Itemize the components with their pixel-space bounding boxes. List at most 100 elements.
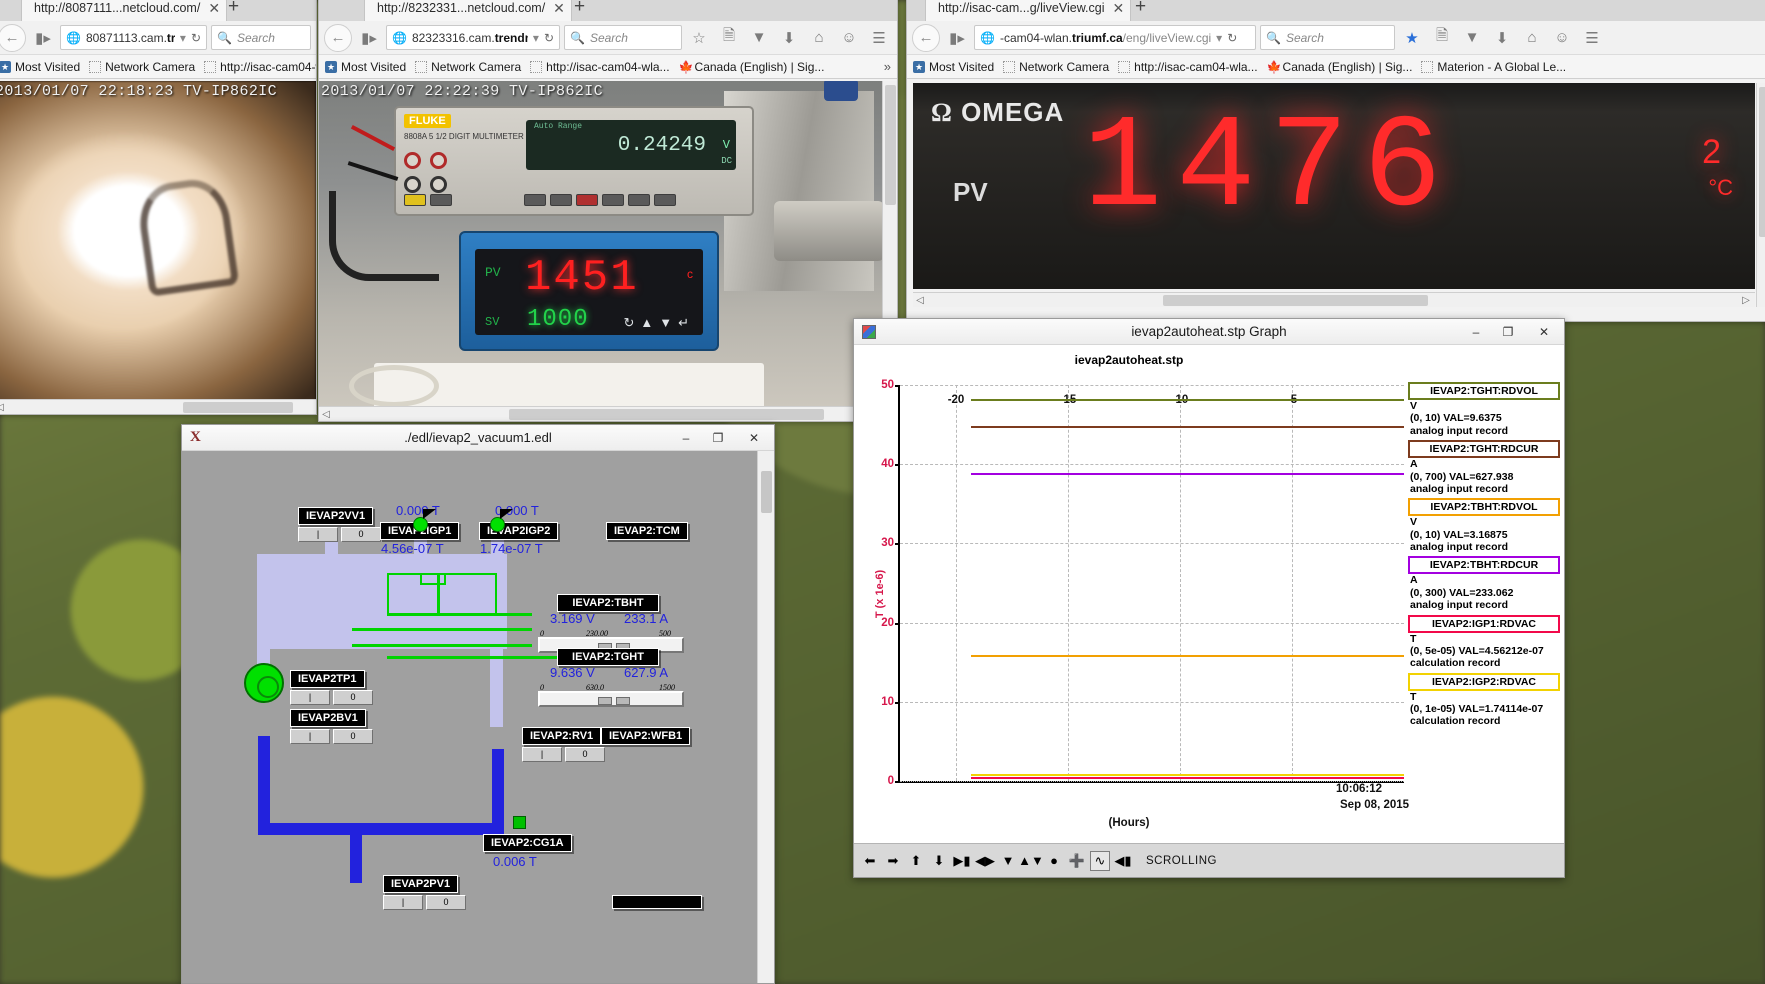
label-ievap2-tcm[interactable]: IEVAP2:TCM — [606, 522, 688, 540]
function-button[interactable] — [524, 194, 546, 206]
multimeter-button-row[interactable] — [524, 194, 676, 206]
scroll-thumb[interactable] — [509, 409, 824, 420]
scroll-thumb-v[interactable] — [761, 471, 772, 513]
buttons-ievap2-rv1[interactable]: | 0 — [522, 747, 605, 762]
close-icon[interactable]: ✕ — [553, 1, 565, 15]
bookmark-network-camera[interactable]: Network Camera — [89, 60, 195, 74]
minimize-button[interactable]: – — [670, 425, 702, 451]
function-button[interactable] — [602, 194, 624, 206]
label-ievap2-cg1a[interactable]: IEVAP2:CG1A — [483, 834, 572, 852]
slider-knob-a[interactable] — [598, 697, 612, 705]
url-bar-cam2[interactable]: 🌐 82323316.cam.trendnetclc ▾ ↻ — [386, 25, 560, 50]
minimize-button[interactable]: – — [1460, 319, 1492, 345]
arrow-down-icon[interactable]: ⬇ — [929, 850, 949, 871]
gauge-igp2-indicator[interactable] — [490, 517, 505, 532]
bookmark-network-camera[interactable]: Network Camera — [1003, 60, 1109, 74]
chat-icon[interactable]: ☺ — [836, 25, 862, 51]
pocket-icon[interactable]: ▼ — [1459, 25, 1485, 51]
home-icon[interactable]: ⌂ — [1519, 25, 1545, 51]
scroll-thumb[interactable] — [183, 402, 293, 413]
function-button[interactable] — [628, 194, 650, 206]
label-ievap2tp1[interactable]: IEVAP2TP1 — [290, 670, 365, 688]
bookmarks-overflow-icon[interactable]: » — [884, 59, 891, 74]
plot-area[interactable]: 0 10 20 30 40 50 -20 -15 -10 -5 — [881, 379, 1404, 787]
on-button[interactable]: | — [290, 690, 330, 705]
bookmark-most-visited[interactable]: ★ Most Visited — [0, 60, 80, 74]
bookmark-isac-cam04[interactable]: http://isac-cam04-wla... — [204, 60, 316, 74]
off-button[interactable]: 0 — [341, 527, 381, 542]
menu-icon[interactable]: ☰ — [866, 25, 892, 51]
arrow-left-icon[interactable]: ⬅ — [860, 850, 880, 871]
scroll-left-icon[interactable]: ◁ — [0, 402, 7, 413]
chevron-down-icon[interactable]: ▾ — [533, 31, 539, 45]
function-button[interactable] — [550, 194, 572, 206]
legend-header-IEVAP2:IGP1:RDVAC[interactable]: IEVAP2:IGP1:RDVAC — [1408, 614, 1560, 633]
bookmark-most-visited[interactable]: ★ Most Visited — [913, 60, 994, 74]
url-bar-cam3[interactable]: 🌐 -cam04-wlan.triumf.ca/eng/liveView.cgi… — [974, 25, 1256, 50]
home-icon[interactable]: ⌂ — [806, 25, 832, 51]
maximize-button[interactable]: ❐ — [1492, 319, 1524, 345]
bookmark-canada[interactable]: 🍁 Canada (English) | Sig... — [679, 60, 825, 74]
buttons-ievap2vv1[interactable]: | 0 — [298, 527, 381, 542]
omega-keypad-icons[interactable]: ↻▲▼↵ — [623, 315, 695, 331]
search-input-cam1[interactable]: 🔍 Search — [211, 25, 311, 50]
legend-header-IEVAP2:TBHT:RDVOL[interactable]: IEVAP2:TBHT:RDVOL — [1408, 498, 1560, 517]
scroll-right-icon[interactable]: ▷ — [1739, 295, 1753, 306]
scroll-left-icon[interactable]: ◁ — [913, 295, 927, 306]
bookmark-star-icon[interactable]: ☆ — [686, 25, 712, 51]
slider-knob-b[interactable] — [616, 697, 630, 705]
reload-icon[interactable]: ↻ — [544, 31, 554, 45]
gauge-igp1-indicator[interactable] — [413, 517, 428, 532]
vertical-scrollbar-cam3[interactable] — [1756, 83, 1765, 307]
history-icon[interactable]: ▮▸ — [944, 25, 970, 51]
function-button-red[interactable] — [576, 194, 598, 206]
close-button[interactable]: ✕ — [734, 425, 774, 451]
edl-vertical-scrollbar[interactable] — [757, 451, 774, 983]
bookmark-isac-cam04[interactable]: http://isac-cam04-wla... — [1118, 60, 1258, 74]
chat-icon[interactable]: ☺ — [1549, 25, 1575, 51]
turbo-pump-tp1[interactable] — [244, 663, 284, 703]
tab-cam2[interactable]: http://8232331...netcloud.com/ ✕ — [364, 0, 572, 21]
tab-cam3[interactable]: http://isac-cam...g/liveView.cgi ✕ — [925, 0, 1132, 21]
download-icon[interactable]: ⬇ — [776, 25, 802, 51]
label-ievap2-tght[interactable]: IEVAP2:TGHT — [557, 648, 659, 666]
off-button[interactable]: 0 — [333, 729, 373, 744]
legend-header-IEVAP2:TGHT:RDCUR[interactable]: IEVAP2:TGHT:RDCUR — [1408, 440, 1560, 459]
pocket-icon[interactable]: ▼ — [746, 25, 772, 51]
chevron-down-icon[interactable]: ▾ — [1216, 31, 1222, 45]
off-button[interactable]: 0 — [333, 690, 373, 705]
bookmark-materion[interactable]: Materion - A Global Le... — [1421, 60, 1566, 74]
waveform-icon[interactable]: ∿ — [1090, 850, 1110, 871]
camera-viewport-cam3[interactable]: Ω OMEGA PV 1476 2 °C — [913, 83, 1755, 289]
search-input-cam2[interactable]: 🔍 Search — [564, 25, 682, 50]
back-icon[interactable]: ← — [912, 23, 940, 52]
legend-header-IEVAP2:TBHT:RDCUR[interactable]: IEVAP2:TBHT:RDCUR — [1408, 556, 1560, 575]
step-left-icon[interactable]: ◀▮ — [1113, 850, 1133, 871]
legend-header-IEVAP2:TGHT:RDVOL[interactable]: IEVAP2:TGHT:RDVOL — [1408, 382, 1560, 400]
download-icon[interactable]: ⬇ — [1489, 25, 1515, 51]
reader-icon[interactable]: 🗎 — [1429, 25, 1455, 51]
jump-start-icon[interactable]: ▶▮ — [952, 850, 972, 871]
buttons-ievap2pv1[interactable]: | 0 — [383, 895, 466, 910]
tab-cam1[interactable]: http://8087111...netcloud.com/ ✕ — [21, 0, 228, 21]
arrow-up-icon[interactable]: ⬆ — [906, 850, 926, 871]
chevron-down-icon[interactable]: ▾ — [180, 31, 186, 45]
zoom-dot-icon[interactable]: ● — [1044, 850, 1064, 871]
slider-tght[interactable] — [538, 691, 684, 707]
edl-titlebar[interactable]: X ./edl/ievap2_vacuum1.edl – ❐ ✕ — [182, 425, 774, 451]
expand-x-icon[interactable]: ◀▶ — [975, 850, 995, 871]
shrink-y-icon[interactable]: ▼ — [998, 850, 1018, 871]
graph-titlebar[interactable]: ievap2autoheat.stp Graph – ❐ ✕ — [854, 319, 1564, 345]
reload-icon[interactable]: ↻ — [1227, 31, 1237, 45]
legend-header-IEVAP2:IGP2:RDVAC[interactable]: IEVAP2:IGP2:RDVAC — [1408, 672, 1560, 691]
bookmark-isac-cam04[interactable]: http://isac-cam04-wla... — [530, 60, 670, 74]
bookmark-most-visited[interactable]: ★ Most Visited — [325, 60, 406, 74]
scroll-thumb-v[interactable] — [885, 85, 896, 205]
history-icon[interactable]: ▮▸ — [30, 25, 56, 51]
horizontal-scrollbar-cam3[interactable]: ◁ ▷ — [913, 292, 1755, 307]
label-ievap2-rv1[interactable]: IEVAP2:RV1 — [522, 727, 602, 745]
label-ievap2-tbht[interactable]: IEVAP2:TBHT — [557, 594, 659, 612]
new-tab-icon[interactable]: + — [574, 0, 585, 16]
camera-viewport-cam1[interactable]: 2013/01/07 22:18:23 TV-IP862IC ◁ — [0, 81, 316, 414]
menu-icon[interactable]: ☰ — [1579, 25, 1605, 51]
